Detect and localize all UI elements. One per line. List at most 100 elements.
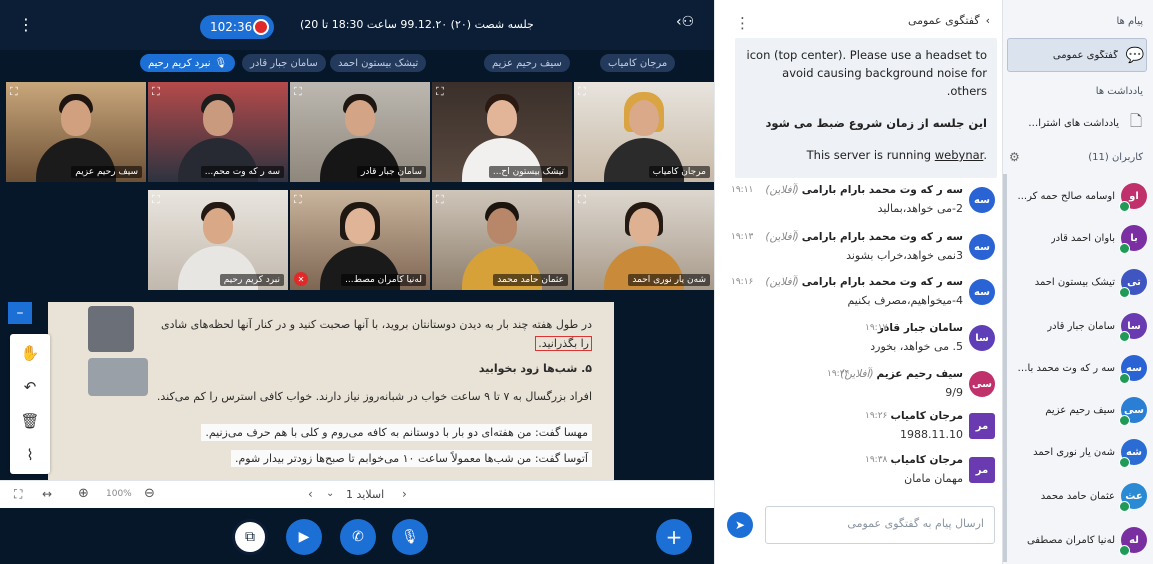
user-name: باوان احمد قادر [1050,232,1115,244]
webynar-link[interactable]: webynar [935,148,984,162]
presentation-slide: در طول هفته چند بار به دیدن دوستانتان بر… [48,302,614,480]
send-message-button[interactable]: ➤ [727,512,753,538]
status-icon [1119,457,1130,468]
chip-label: مرجان کامیاب [608,57,668,69]
avatar: سا [1119,313,1147,342]
notes-icon: 🗋 [1129,111,1143,130]
user-item[interactable]: عثمان حامد محمد عث [1007,478,1147,514]
message-author: سه ر که وت محمد بارام بارامی(آفلاین) [765,231,963,243]
camera-button[interactable]: ▶ [286,519,322,555]
zoom-in-icon[interactable]: ⊕ [78,486,89,501]
presentation-stage: ⋮ 102:36 جلسه شصت (۲۰) 99.12.۲۰ ساعت 18:… [0,0,714,564]
sidebar-item-shared-notes[interactable]: یادداشت های اشتراکی 🗋 [1007,106,1147,140]
sidebar-item-label: یادداشت های اشتراکی [1027,117,1119,129]
fullscreen-icon[interactable]: ⛶ [578,85,586,99]
welcome-line: avoid causing background noise for other… [782,66,987,98]
options-kebab-icon[interactable]: ⋮ [18,15,34,34]
fullscreen-icon[interactable]: ⛶ [152,193,160,207]
avatar: له [1119,527,1147,556]
fullscreen-icon[interactable]: ⛶ [294,193,302,207]
fit-width-icon[interactable]: ↔ [42,487,52,501]
slide-select-chevron-icon[interactable]: ⌄ [326,488,334,499]
message-author: مرجان کامیاب [890,410,964,422]
sidebar-item-public-chat[interactable]: گفتگوی عمومی 💬 [1007,38,1147,72]
user-item[interactable]: سیف رحیم عزیم سی [1007,392,1147,428]
hand-tool-icon[interactable]: ✋ [10,336,50,370]
message-text: 2-می خواهد،بمالید [877,202,963,215]
fullscreen-icon[interactable]: ⛶ [10,85,18,99]
zoom-out-icon[interactable]: ⊖ [144,486,155,501]
tile-label: عثمان حامد محمد [493,274,568,286]
fullscreen-icon[interactable]: ⛶ [294,85,302,99]
user-item[interactable]: لەنیا کامران مصطفی له [1007,522,1147,558]
recording-notice: این جلسه از زمان شروع ضبط می شود [765,116,988,130]
chip-label: سامان جبار قادر [250,57,318,69]
chat-title[interactable]: › گفتگوی عمومی [908,14,990,27]
fullscreen-icon[interactable]: ⛶ [436,193,444,207]
message-text: 1988.11.10 [900,428,963,441]
slide-text: آتوسا گفت: من شب‌ها معمولاً ساعت ۱۰ می‌خ… [230,450,592,467]
audio-button[interactable]: ✆ [340,519,376,555]
chat-message-input[interactable]: ارسال پیام به گفتگوی عمومی [765,506,995,544]
video-tile[interactable]: ⛶ شەن یار نوری احمد [574,190,714,290]
user-name: اوسامه صالح حمه کر... [1017,190,1115,202]
avatar: مر [969,457,995,483]
avatar: تی [1119,269,1147,298]
slide-text: ۵. شب‌ها زود بخوابید [478,362,592,375]
gear-icon[interactable]: ⚙ [1009,150,1020,164]
previous-slide-icon[interactable]: ‹ [308,487,313,501]
trash-icon[interactable]: 🗑 [10,404,50,438]
fullscreen-icon[interactable]: ⛶ [436,85,444,99]
video-tile[interactable]: ⛶ سه ر که وت محم... [148,82,288,182]
video-tile[interactable]: ⛶ سیف رحیم عزیم [6,82,146,182]
chat-options-kebab-icon[interactable]: ⋮ [735,14,750,32]
users-toggle-icon[interactable]: ‹⚇ [676,14,694,30]
chip-label: تیشک بیستون احمد [338,57,419,69]
user-item[interactable]: سامان جبار قادر سا [1007,308,1147,344]
fullscreen-icon[interactable]: ⛶ [578,193,586,207]
multi-user-whiteboard-icon[interactable]: ⌇ [10,438,50,472]
avatar: سه [1119,355,1147,384]
talking-name: نبرد کریم رحیم [148,57,211,69]
video-tile-active-speaker[interactable]: ⛶ نبرد کریم رحیم [148,190,288,290]
fit-screen-icon[interactable]: ⛶ [14,487,22,502]
video-tile[interactable]: ⛶ سامان جبار قادر [290,82,430,182]
video-tile[interactable]: ⛶ عثمان حامد محمد [432,190,572,290]
avatar: شه [1119,439,1147,468]
chat-title-text: گفتگوی عمومی [907,14,980,27]
video-tile[interactable]: ⛶ مرجان کامیاب [574,82,714,182]
zoom-level: 100% [106,489,132,499]
fullscreen-icon[interactable]: ⛶ [152,85,160,99]
slide-selector[interactable]: اسلاید 1 [346,488,384,501]
video-tile[interactable]: ⛶ ✕ لەنیا کامران مصط... [290,190,430,290]
slide-controls: ⛶ ↔ ⊕ 100% ⊖ ‹ ⌄ اسلاید 1 › [0,480,714,508]
minimize-presentation-button[interactable]: – [8,302,32,324]
tile-label: سیف رحیم عزیم [71,166,142,178]
welcome-message: icon (top center). Please use a headset … [735,38,997,178]
avatar: سا [969,325,995,351]
next-slide-icon[interactable]: › [402,487,407,501]
user-item[interactable]: شەن یار نوری احمد شه [1007,434,1147,470]
undo-icon[interactable]: ↶ [10,370,50,404]
chat-message: مر مرجان کامیاب ۱۹:۳۸ مهمان مامان [725,454,995,504]
speaker-chip: مرجان کامیاب [600,54,676,72]
avatar: سی [969,371,995,397]
user-item[interactable]: سه ر که وت محمد بار... سه [1007,350,1147,386]
message-time: ۱۹:۲۶ [865,411,888,421]
user-item[interactable]: تیشک بیستون احمد تی [1007,264,1147,300]
back-chevron-icon: › [985,14,990,27]
status-icon [1119,545,1130,556]
whiteboard-toolbar: ✋ ↶ 🗑 ⌇ [10,334,50,474]
screen-share-button[interactable]: ⧉ [232,519,268,555]
user-name: سامان جبار قادر [1047,320,1115,332]
chat-message: سه سه ر که وت محمد بارام بارامی(آفلاین) … [725,184,995,234]
microphone-button[interactable]: 🎙 [392,519,428,555]
recording-timer[interactable]: 102:36 [200,15,274,39]
server-notice: This server is running webynar. [806,148,987,162]
video-tile[interactable]: ⛶ تیشک بیستون اح... [432,82,572,182]
speaker-chip: سیف رحیم عزیم [484,54,570,72]
user-item[interactable]: اوسامه صالح حمه کر... او [1007,178,1147,214]
status-icon [1119,415,1130,426]
user-item[interactable]: باوان احمد قادر با [1007,220,1147,256]
actions-plus-button[interactable]: + [656,519,692,555]
